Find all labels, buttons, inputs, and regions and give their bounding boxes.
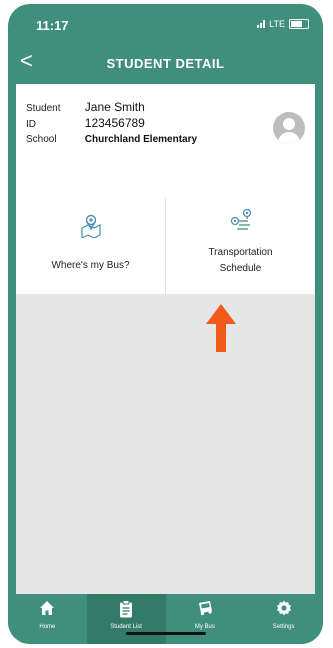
transportation-label-line1: Transportation [208, 247, 273, 258]
wheres-my-bus-label: Where's my Bus? [51, 260, 130, 271]
school-label: School [26, 134, 57, 145]
phone-frame: 11:17 LTE < STUDENT DETAIL Student Jane … [8, 4, 323, 644]
signal-icon [257, 20, 266, 28]
student-id: 123456789 [84, 116, 145, 130]
map-pin-icon [80, 214, 101, 238]
user-avatar-icon [273, 112, 305, 144]
battery-icon [289, 19, 309, 29]
status-bar: 11:17 LTE [8, 4, 323, 44]
student-card: Student Jane Smith ID 123456789 School C… [16, 84, 315, 199]
transportation-label-line2: Schedule [219, 263, 262, 274]
tab-student-list-label: Student List [110, 624, 142, 630]
gear-icon [276, 600, 291, 616]
page-title: STUDENT DETAIL [106, 56, 225, 71]
student-name-row: Student Jane Smith [26, 100, 145, 114]
status-time: 11:17 [36, 18, 69, 33]
school-row: School Churchland Elementary [26, 134, 197, 145]
network-label: LTE [269, 19, 285, 29]
id-label: ID [26, 119, 36, 130]
student-id-row: ID 123456789 [26, 116, 145, 130]
nav-bar: < STUDENT DETAIL [8, 46, 323, 82]
status-network: LTE [257, 19, 309, 29]
tab-home-label: Home [39, 624, 56, 630]
action-tiles: Where's my Bus? Transportation Schedule [16, 198, 315, 294]
school-name: Churchland Elementary [84, 134, 198, 145]
tab-bar: Home Student List My Bus Settings [8, 594, 323, 644]
tab-settings[interactable]: Settings [244, 594, 323, 644]
tab-home[interactable]: Home [8, 594, 87, 644]
home-indicator [126, 632, 206, 635]
home-icon [40, 601, 55, 615]
route-icon [230, 208, 251, 230]
orange-arrow-annotation [206, 304, 236, 352]
bus-icon [198, 601, 212, 616]
student-name: Jane Smith [84, 100, 145, 114]
tab-student-list[interactable]: Student List [86, 594, 166, 644]
clipboard-icon [120, 600, 133, 618]
tab-my-bus[interactable]: My Bus [166, 594, 245, 644]
tab-my-bus-label: My Bus [194, 624, 215, 630]
wheres-my-bus-tile[interactable]: Where's my Bus? [16, 198, 166, 294]
student-label: Student [26, 103, 61, 114]
content-area: Student Jane Smith ID 123456789 School C… [16, 84, 315, 594]
transportation-schedule-tile[interactable]: Transportation Schedule [166, 198, 315, 294]
tab-settings-label: Settings [272, 624, 295, 630]
